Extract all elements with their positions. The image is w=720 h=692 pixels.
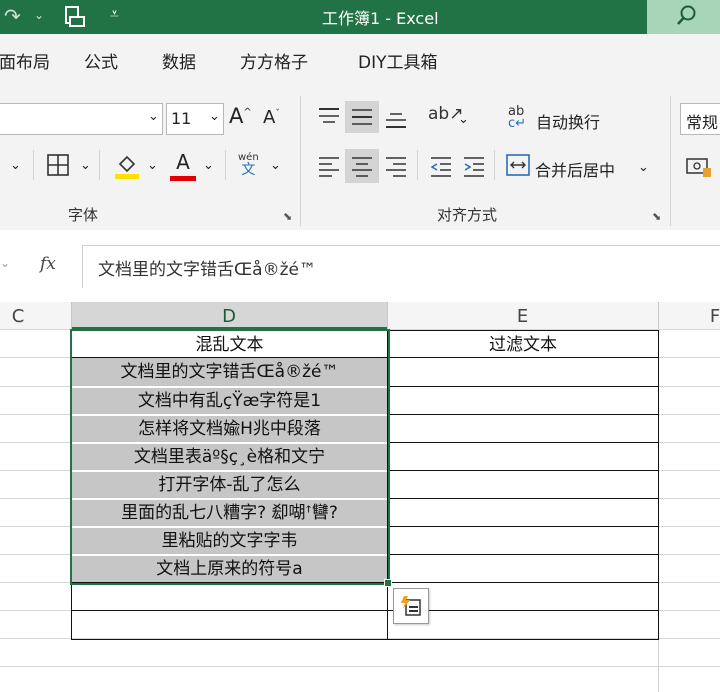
table-row-cell[interactable]: 打开字体-乱了怎么 [72,472,387,498]
table-row-cell[interactable]: 怎样将文档婾H兆中段落 [72,416,387,442]
table-row-cell[interactable]: 里面的乱七八糟字? 㕁㗅ꜛ㘜? [72,500,387,526]
increase-font-icon[interactable]: A^ [229,104,252,128]
redo-icon[interactable]: ↷ [4,4,21,28]
decrease-indent-icon[interactable] [428,154,454,182]
chevron-down-icon[interactable]: ⌄ [0,256,10,270]
chevron-down-icon[interactable]: ⌄ [80,158,91,173]
chevron-down-icon[interactable]: ⌄ [638,160,649,175]
align-center-icon[interactable] [345,149,379,183]
dialog-launcher-icon[interactable]: ⬊ [652,210,661,223]
tab-data[interactable]: 数据 [162,48,196,73]
chevron-down-icon[interactable]: ⌄ [147,158,158,173]
title-bar: ↷ ⌄ ⩡ 工作簿1 - Excel [0,0,720,34]
tab-formulas[interactable]: 公式 [84,48,118,73]
search-icon [677,5,696,25]
chevron-down-icon[interactable]: ⌄ [10,158,21,173]
table-row-cell[interactable]: 文档上原来的符号a [72,556,387,582]
table-row-cell[interactable]: 文档里表äº§ç¸è格和文宁 [72,444,387,470]
merge-center-button[interactable]: 合并后居中 [535,157,615,181]
merge-center-icon[interactable] [506,154,530,180]
align-middle-icon[interactable] [345,101,379,133]
phonetic-guide-icon[interactable]: wén 文 [238,152,259,178]
chevron-down-icon[interactable]: ⌄ [270,158,281,173]
formula-input[interactable]: 文档里的文字错舌Œå®žé™ [82,245,720,288]
table-row-cell[interactable]: 文档里的文字错舌Œå®žé™ [72,359,387,386]
number-format-box[interactable]: 常规 [680,103,720,135]
font-group-label: 字体 [68,206,99,224]
chevron-down-icon[interactable]: ⌄ [458,112,469,127]
sheet-grid[interactable]: 混乱文本 过滤文本 文档里的文字错舌Œå®žé™ 文档中有乱çŸæ字符是1 怎样… [0,329,720,692]
formula-content: 文档里的文字错舌Œå®žé™ [98,260,316,280]
table-row-cell[interactable]: 文档中有乱çŸæ字符是1 [72,388,387,414]
customize-toolbar-icon[interactable]: ⩡ [110,4,119,24]
column-header-e[interactable]: E [387,302,658,329]
font-color-icon[interactable]: A [170,150,196,181]
font-size-box[interactable]: 11 ⌄ [166,103,224,135]
function-icon[interactable]: fx [40,254,56,274]
window-title: 工作簿1 - Excel [322,9,439,28]
align-top-icon[interactable] [316,106,342,132]
column-header-c[interactable]: C [0,302,36,329]
align-bottom-icon[interactable] [383,108,409,134]
fill-color-icon[interactable] [114,152,140,184]
tab-fangfang[interactable]: 方方格子 [240,48,308,73]
font-size-value: 11 [171,109,192,128]
borders-icon[interactable] [46,153,70,181]
number-format-value: 常规 [686,113,719,132]
search-button[interactable] [647,0,720,34]
chevron-down-icon[interactable]: ⌄ [34,8,44,22]
font-name-box[interactable]: ⌄ [0,103,163,135]
currency-format-icon[interactable] [686,156,712,182]
header-mixed-text[interactable]: 混乱文本 [72,332,387,358]
align-group-label: 对齐方式 [437,206,498,224]
column-header-f[interactable]: F [700,302,720,329]
chevron-down-icon: ⌄ [209,109,220,124]
wrap-text-button[interactable]: 自动换行 [536,109,600,133]
chevron-down-icon[interactable]: ⌄ [203,158,214,173]
table-row-cell[interactable]: 里粘贴的文字字韦 [72,528,387,554]
align-right-icon[interactable] [383,154,409,182]
dialog-launcher-icon[interactable]: ⬊ [283,210,292,223]
header-filtered-text[interactable]: 过滤文本 [388,332,658,358]
decrease-font-icon[interactable]: Aˇ [263,107,280,128]
quick-analysis-button[interactable] [393,588,429,624]
wrap-text-icon[interactable]: ab c↵ [508,105,526,130]
increase-indent-icon[interactable] [461,154,487,182]
column-header-d[interactable]: D [71,302,387,329]
tab-page-layout[interactable]: 页面布局 [0,48,50,73]
align-left-icon[interactable] [316,154,342,182]
chevron-down-icon: ⌄ [148,109,159,124]
print-preview-icon[interactable] [64,5,85,27]
tab-diy-toolbox[interactable]: DIY工具箱 [358,48,438,73]
quick-analysis-icon [401,596,421,616]
